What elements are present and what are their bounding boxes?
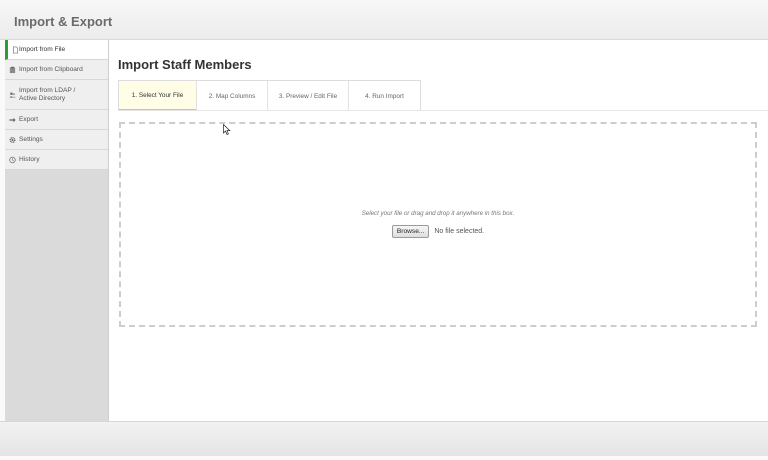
sidebar-item-settings[interactable]: Settings (5, 130, 108, 150)
sidebar-item-import-from-clipboard[interactable]: Import from Clipboard (5, 60, 108, 80)
sidebar-item-history[interactable]: History (5, 150, 108, 170)
footer-bar (0, 421, 768, 456)
tab-select-your-file[interactable]: 1. Select Your File (119, 81, 197, 111)
page-title: Import Staff Members (118, 57, 252, 72)
label-line-1: Import from LDAP / (19, 86, 76, 94)
tab-map-columns[interactable]: 2. Map Columns (197, 81, 268, 111)
clock-icon (9, 156, 16, 163)
tabs-divider (118, 110, 768, 111)
wizard-tabs: 1. Select Your File 2. Map Columns 3. Pr… (118, 80, 421, 111)
drop-hint-text: Select your file or drag and drop it any… (361, 210, 515, 217)
label-line-2: Active Directory (19, 94, 66, 102)
bottom-strip (0, 456, 768, 460)
arrow-right-icon (9, 117, 16, 122)
file-icon (12, 46, 19, 53)
app-title: Import & Export (14, 14, 113, 29)
file-input-row: Browse... No file selected. (121, 225, 755, 238)
sidebar-item-export[interactable]: Export (5, 110, 108, 130)
tab-run-import[interactable]: 4. Run Import (349, 81, 420, 111)
file-drop-zone[interactable]: Select your file or drag and drop it any… (119, 122, 757, 327)
sidebar-item-label: Import from File (19, 46, 66, 53)
app-header: Import & Export (0, 0, 768, 40)
gear-icon (9, 136, 16, 143)
mouse-cursor-icon (223, 124, 231, 135)
sidebar: Import from File Import from Clipboard I… (5, 40, 109, 421)
sidebar-item-label: History (19, 156, 40, 163)
app-window: Import & Export Import from File Import … (0, 0, 768, 460)
sidebar-item-label: Settings (19, 136, 43, 143)
clipboard-icon (9, 66, 16, 73)
sidebar-item-import-from-ldap[interactable]: Import from LDAP / Active Directory (5, 80, 108, 110)
tab-preview-edit-file[interactable]: 3. Preview / Edit File (268, 81, 349, 111)
main-content: Import Staff Members 1. Select Your File… (109, 40, 768, 421)
users-icon (9, 91, 16, 98)
sidebar-item-label: Export (19, 116, 39, 123)
sidebar-item-import-from-file[interactable]: Import from File (5, 40, 108, 60)
sidebar-item-label: Import from LDAP / Active Directory (19, 87, 75, 103)
browse-button[interactable]: Browse... (391, 225, 430, 238)
file-status-text: No file selected. (434, 228, 485, 235)
sidebar-item-label: Import from Clipboard (19, 66, 83, 73)
